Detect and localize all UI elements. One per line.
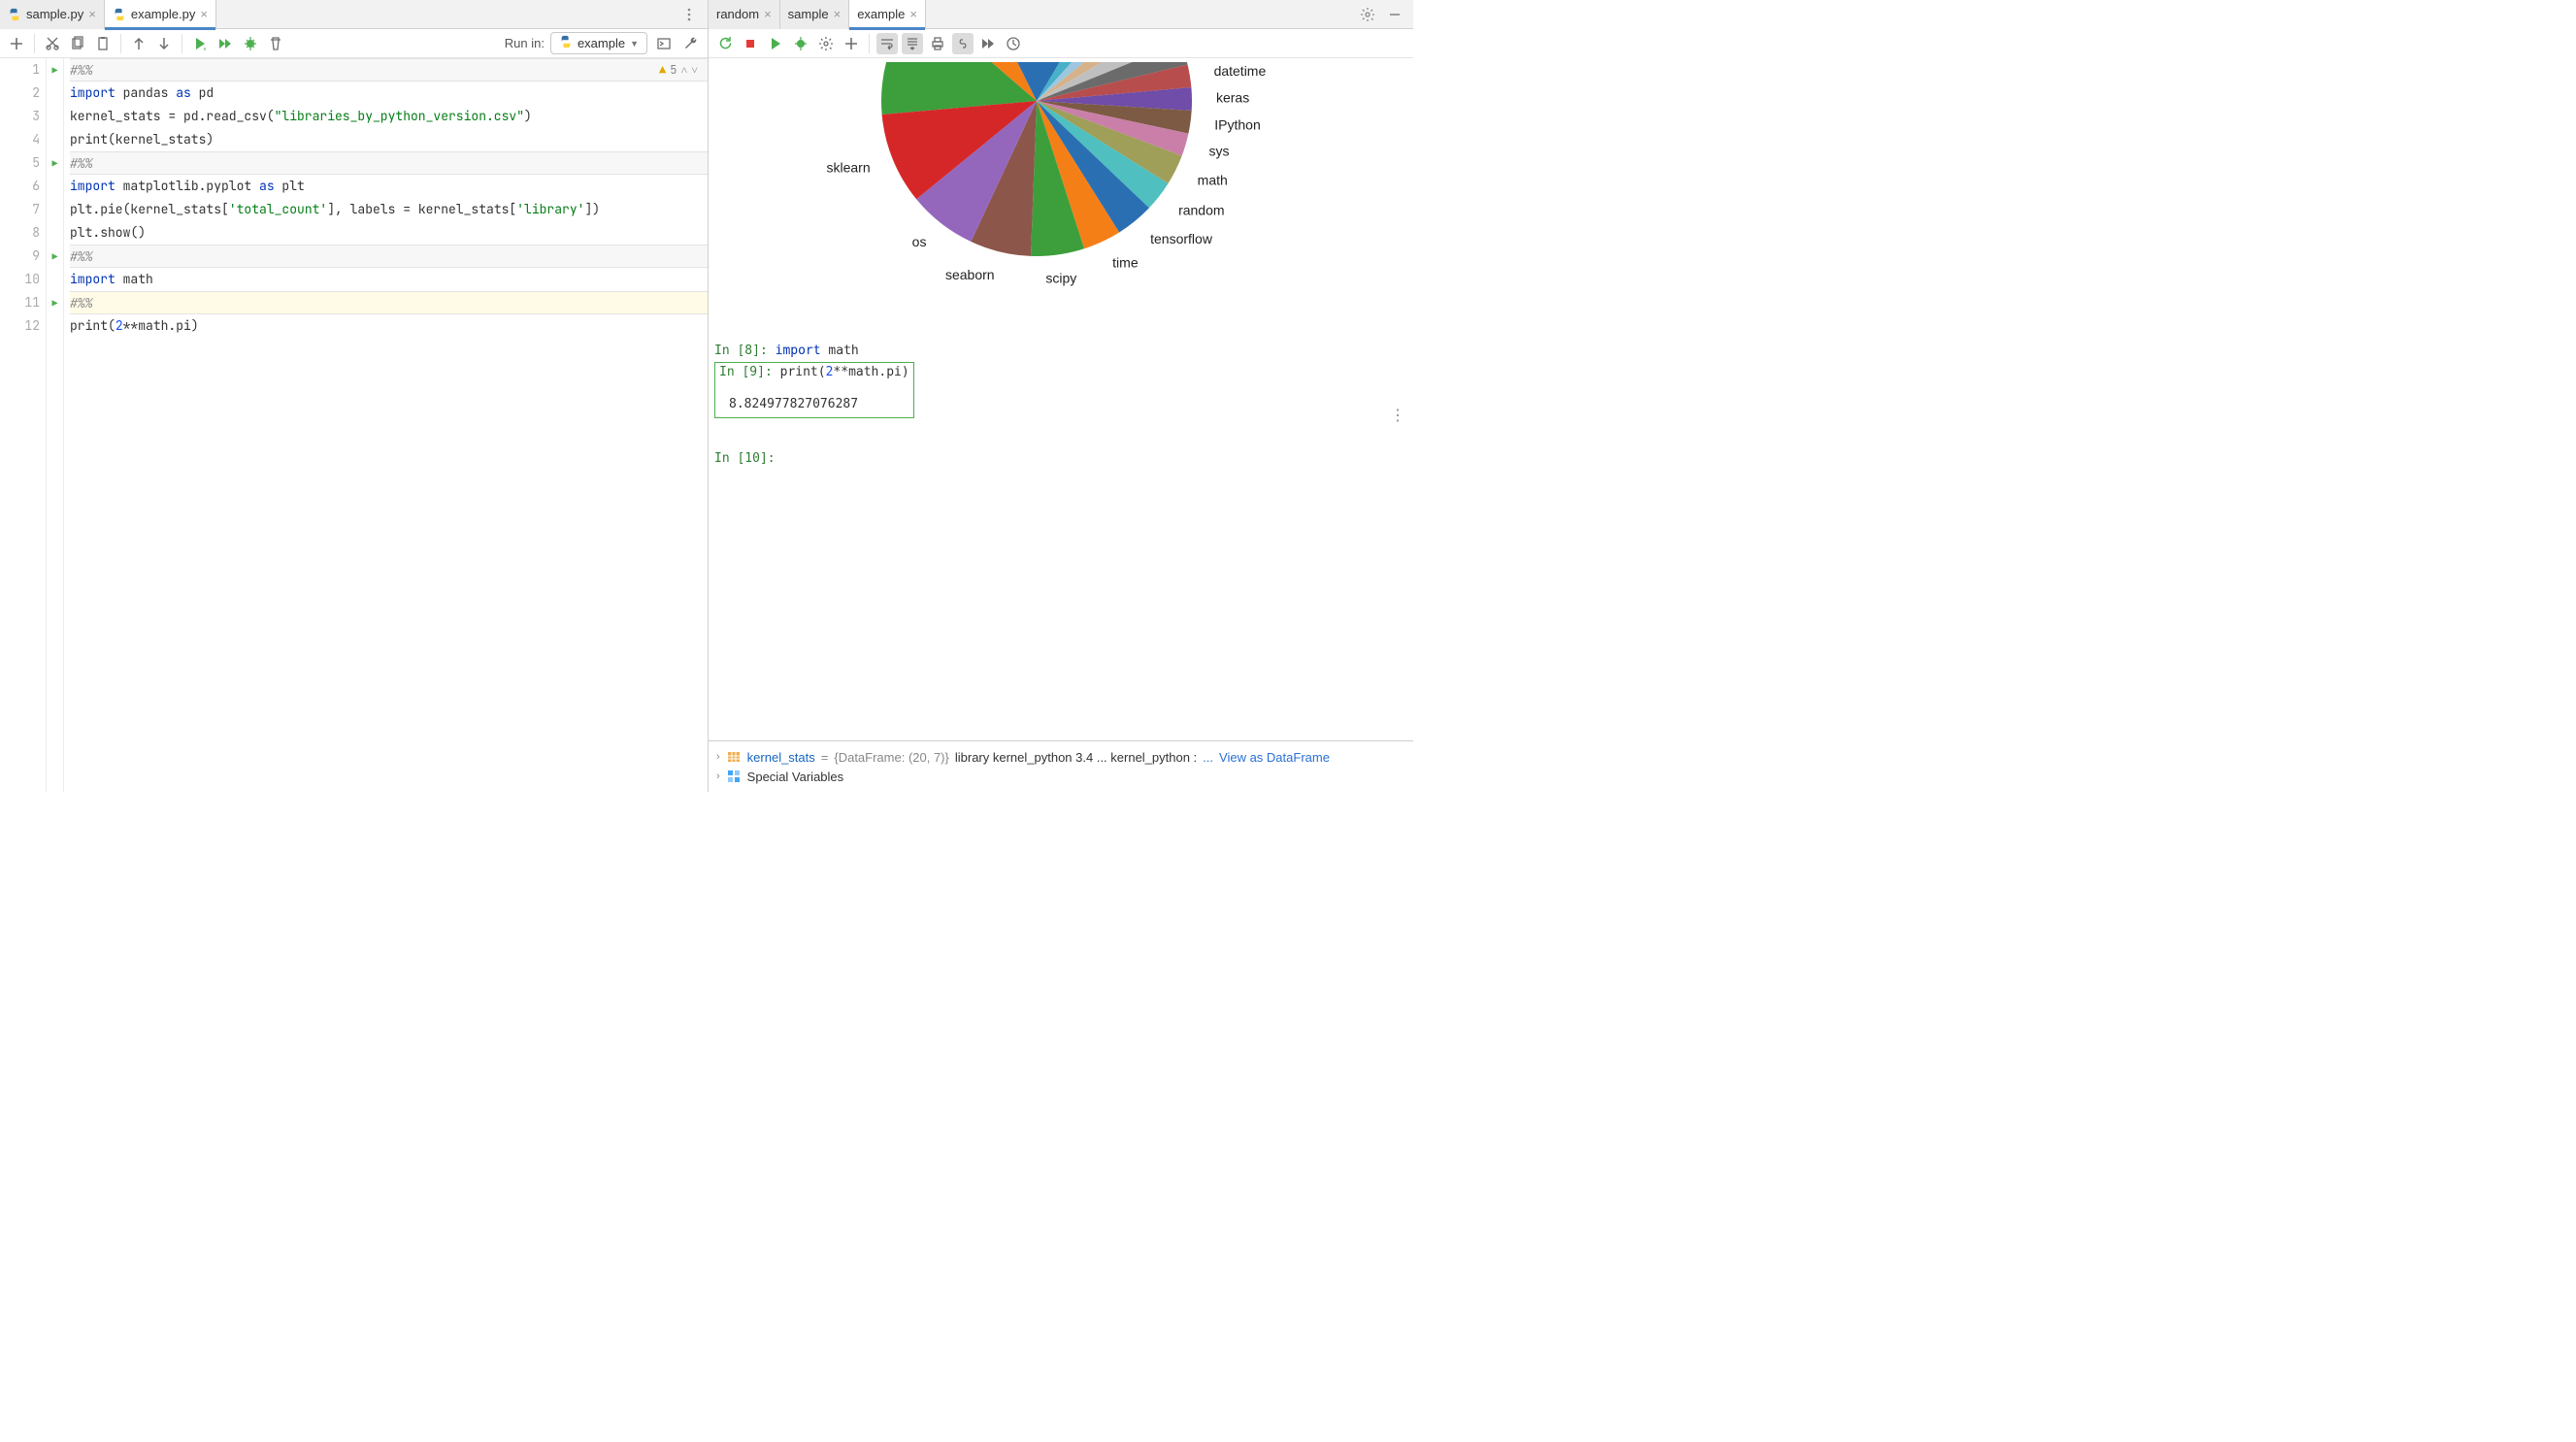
run-in-label: Run in:	[505, 36, 545, 50]
run-cell-gutter-icon[interactable]: ▶	[52, 64, 58, 77]
editor-tabs: sample.py×example.py×	[0, 0, 708, 29]
caret-down-icon: ▼	[630, 39, 639, 49]
code-line-4[interactable]: print(kernel_stats)	[70, 128, 708, 151]
pie-label-seaborn: seaborn	[945, 267, 995, 282]
pie-label-sys: sys	[1208, 143, 1229, 158]
warning-icon: ▲	[659, 62, 666, 78]
dataframe-icon	[726, 749, 742, 765]
history-icon[interactable]	[1003, 33, 1024, 54]
delete-cell-icon[interactable]	[265, 33, 286, 54]
console-tab-sample[interactable]: sample×	[780, 0, 850, 29]
pie-label-IPython: IPython	[1214, 116, 1260, 132]
rerun-icon[interactable]	[714, 33, 736, 54]
cell-menu-icon[interactable]: ⋮	[1390, 406, 1405, 424]
move-up-icon[interactable]	[128, 33, 149, 54]
soft-wrap-icon[interactable]	[876, 33, 898, 54]
add-cell-icon[interactable]	[6, 33, 27, 54]
paste-icon[interactable]	[92, 33, 114, 54]
namespace-icon	[726, 769, 742, 784]
run-icon[interactable]	[765, 33, 786, 54]
wrench-icon[interactable]	[680, 33, 702, 54]
close-tab-icon[interactable]: ×	[764, 7, 772, 21]
tab-example-py[interactable]: example.py×	[105, 0, 216, 29]
minimize-icon[interactable]	[1384, 4, 1405, 25]
console-cell-9: In [9]: print(2**math.pi) 8.824977827076…	[714, 362, 914, 418]
close-tab-icon[interactable]: ×	[200, 7, 208, 21]
cut-icon[interactable]	[42, 33, 63, 54]
code-line-8[interactable]: plt.show()	[70, 221, 708, 245]
console-output-9: 8.824977827076287	[719, 393, 909, 415]
debug-cell-icon[interactable]	[240, 33, 261, 54]
code-line-7[interactable]: plt.pie(kernel_stats['total_count'], lab…	[70, 198, 708, 221]
run-all-icon[interactable]	[215, 33, 236, 54]
code-line-3[interactable]: kernel_stats = pd.read_csv("libraries_by…	[70, 105, 708, 128]
print-icon[interactable]	[927, 33, 948, 54]
console-tab-example[interactable]: example×	[849, 0, 926, 29]
run-cell-icon[interactable]	[189, 33, 211, 54]
code-line-10[interactable]: import math	[70, 268, 708, 291]
pie-label-keras: keras	[1216, 90, 1249, 106]
prev-warning-icon[interactable]: ˄	[680, 62, 687, 78]
view-as-dataframe-link[interactable]: View as DataFrame	[1219, 750, 1330, 765]
run-cell-gutter-icon[interactable]: ▶	[52, 297, 58, 310]
run-config-selector[interactable]: example ▼	[550, 32, 647, 54]
scroll-to-end-icon[interactable]	[902, 33, 923, 54]
close-tab-icon[interactable]: ×	[88, 7, 96, 21]
code-line-2[interactable]: import pandas as pd	[70, 82, 708, 105]
variables-panel: › kernel_stats = {DataFrame: (20, 7)} li…	[709, 740, 1413, 792]
more-tabs-icon[interactable]	[678, 4, 700, 25]
pie-chart: requestsjsoncollectionswarningsredatetim…	[809, 62, 1313, 314]
code-line-5[interactable]: #%%	[70, 151, 708, 175]
ellipsis-link[interactable]: ...	[1203, 750, 1213, 765]
run-cell-gutter-icon[interactable]: ▶	[52, 157, 58, 170]
console-cell-8: In [8]: import math	[714, 344, 1407, 358]
run-cell-gutter-icon[interactable]: ▶	[52, 250, 58, 263]
code-editor[interactable]: 123456789101112 ▶▶▶▶ ▲ 5 ˄ ˅ #%%import p…	[0, 58, 708, 792]
pie-label-random: random	[1178, 203, 1224, 218]
pie-label-datetime: datetime	[1214, 63, 1267, 79]
pie-label-time: time	[1112, 255, 1139, 271]
var-special[interactable]: › Special Variables	[716, 767, 1405, 786]
close-tab-icon[interactable]: ×	[834, 7, 842, 21]
move-down-icon[interactable]	[153, 33, 175, 54]
settings-icon[interactable]	[815, 33, 837, 54]
tab-sample-py[interactable]: sample.py×	[0, 0, 105, 29]
link-icon[interactable]	[952, 33, 974, 54]
pie-label-scipy: scipy	[1045, 270, 1076, 285]
run-config-name: example	[578, 36, 625, 50]
pie-label-sklearn: sklearn	[827, 160, 871, 176]
console-toolbar	[709, 29, 1413, 58]
console-tabs: random×sample×example×	[709, 0, 1413, 29]
code-line-11[interactable]: #%%	[70, 291, 708, 314]
code-line-9[interactable]: #%%	[70, 245, 708, 268]
debug-icon[interactable]	[790, 33, 811, 54]
fast-forward-icon[interactable]	[977, 33, 999, 54]
python-icon	[559, 35, 573, 51]
chevron-right-icon: ›	[716, 751, 720, 763]
stop-icon[interactable]	[740, 33, 761, 54]
python-file-icon	[8, 8, 21, 21]
warnings-count: 5	[670, 62, 677, 78]
pie-label-os: os	[912, 234, 927, 249]
var-kernel-stats[interactable]: › kernel_stats = {DataFrame: (20, 7)} li…	[716, 747, 1405, 767]
code-line-6[interactable]: import matplotlib.pyplot as plt	[70, 175, 708, 198]
chevron-right-icon: ›	[716, 770, 720, 782]
editor-toolbar: Run in: example ▼	[0, 29, 708, 58]
new-console-icon[interactable]	[841, 33, 862, 54]
pie-label-math: math	[1198, 172, 1228, 187]
console-tab-random[interactable]: random×	[709, 0, 780, 29]
close-tab-icon[interactable]: ×	[909, 7, 917, 21]
open-terminal-icon[interactable]	[653, 33, 675, 54]
code-line-12[interactable]: print(2**math.pi)	[70, 314, 708, 338]
console-output[interactable]: requestsjsoncollectionswarningsredatetim…	[709, 58, 1413, 740]
copy-icon[interactable]	[67, 33, 88, 54]
python-file-icon	[113, 8, 126, 21]
next-warning-icon[interactable]: ˅	[691, 62, 698, 78]
warnings-badge[interactable]: ▲ 5 ˄ ˅	[659, 62, 698, 78]
console-cell-10: In [10]:	[714, 451, 1407, 466]
settings-gear-icon[interactable]	[1357, 4, 1378, 25]
pie-label-tensorflow: tensorflow	[1150, 231, 1213, 246]
code-line-1[interactable]: #%%	[70, 58, 708, 82]
